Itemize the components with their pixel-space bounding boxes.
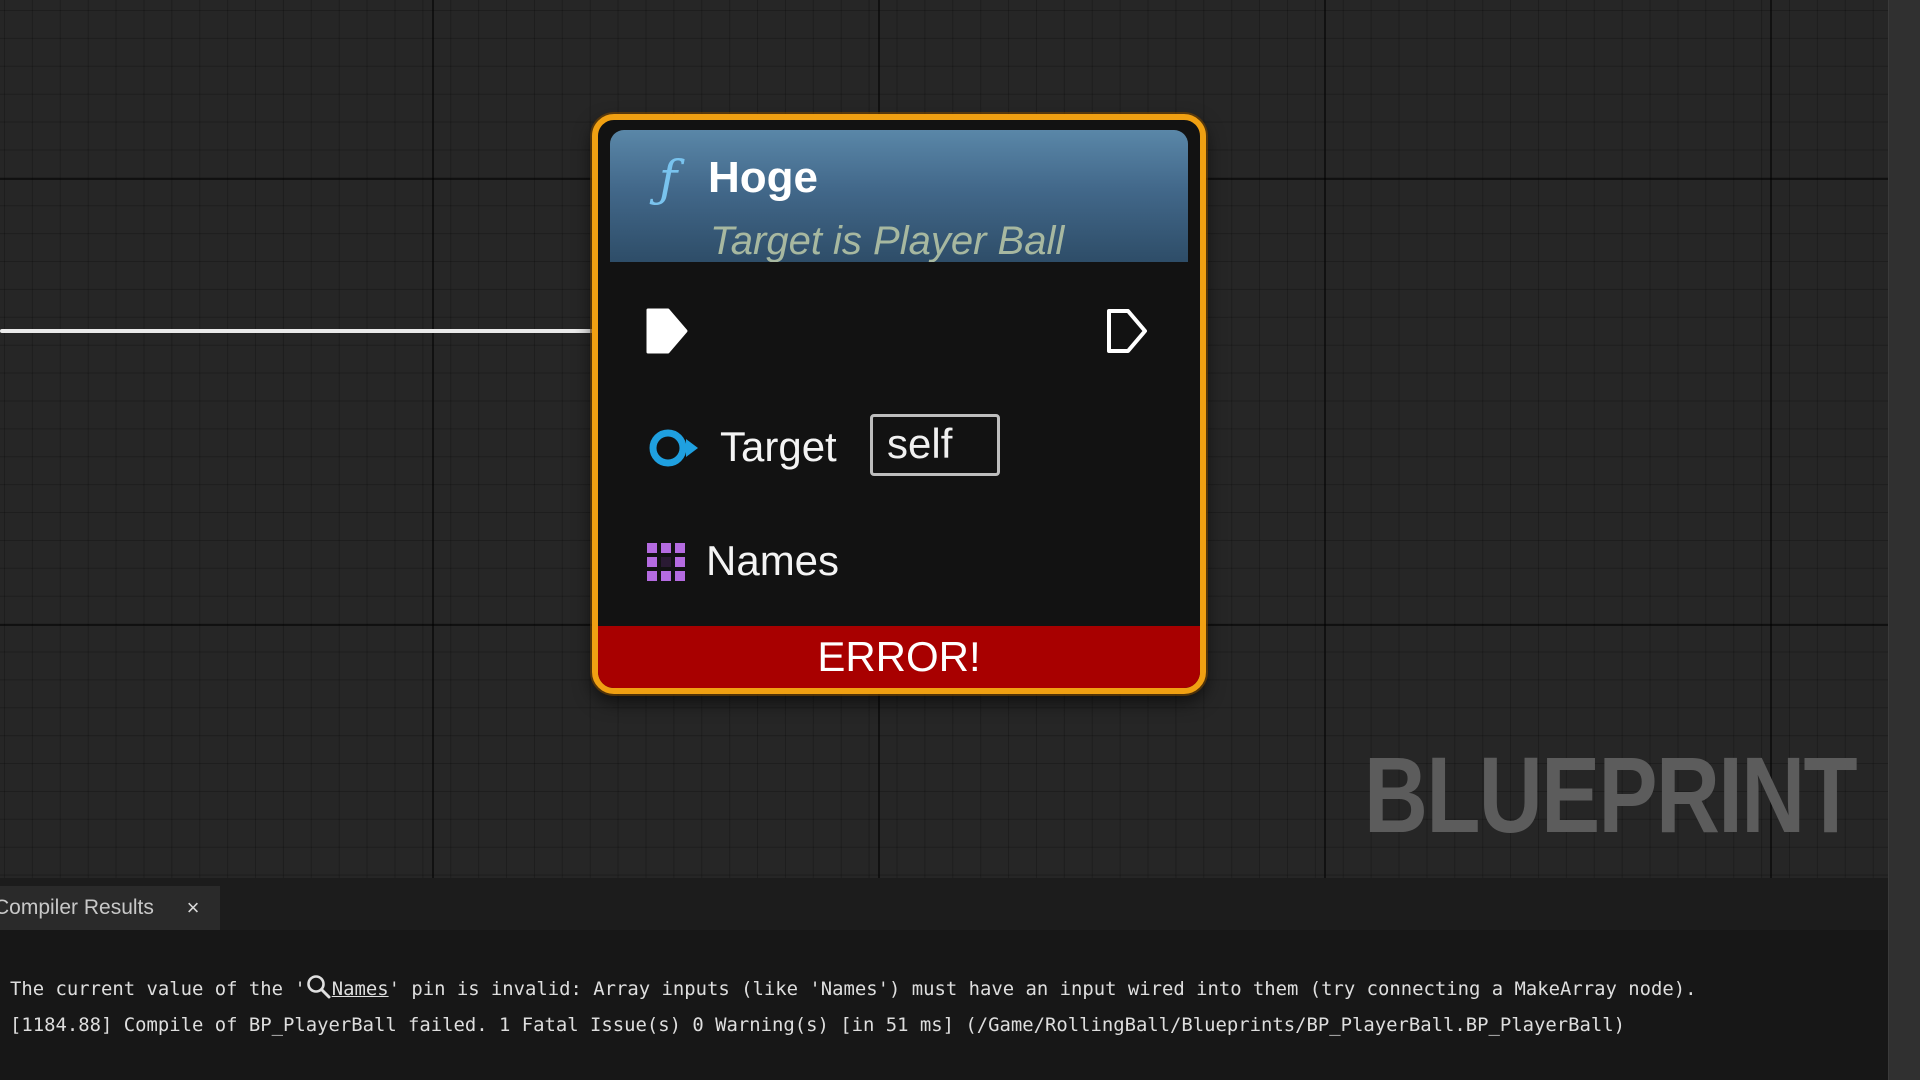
exec-wire[interactable] — [0, 329, 600, 333]
function-node-hoge[interactable]: ƒ Hoge Target is Player Ball Target self — [592, 114, 1206, 694]
blueprint-graph-canvas[interactable]: ƒ Hoge Target is Player Ball Target self — [0, 0, 1888, 878]
right-edge-scrollbar[interactable] — [1888, 0, 1920, 1080]
exec-pin-in-icon[interactable] — [644, 304, 690, 358]
node-title: Hoge — [708, 153, 818, 202]
target-pin-label: Target — [720, 423, 837, 470]
blueprint-watermark: BLUEPRINT — [1364, 734, 1858, 855]
pin-reference-link[interactable]: Names — [332, 978, 389, 1000]
message-suffix: ' pin is invalid: Array inputs (like 'Na… — [388, 978, 1697, 1000]
message-prefix: The current value of the ' — [10, 978, 306, 1000]
node-error-banner: ERROR! — [598, 626, 1200, 688]
names-pin-label: Names — [706, 537, 840, 584]
object-pin-icon[interactable] — [646, 426, 702, 470]
compiler-results-log: The current value of the ' Names' pin is … — [0, 930, 1888, 1080]
tab-label: Compiler Results — [0, 896, 154, 919]
search-icon[interactable] — [306, 974, 332, 1000]
function-icon: ƒ — [658, 150, 678, 208]
target-default-value[interactable]: self — [870, 414, 1000, 476]
array-grid-pin-icon[interactable] — [646, 542, 686, 582]
exec-pin-out-icon[interactable] — [1104, 304, 1150, 358]
node-body: Target self Names — [610, 262, 1188, 626]
node-subtitle: Target is Player Ball — [710, 219, 1065, 263]
log-message-summary: [1184.88] Compile of BP_PlayerBall faile… — [10, 1014, 1625, 1036]
compiler-results-tabbar: Compiler Results × — [0, 878, 1888, 930]
close-icon[interactable]: × — [180, 886, 206, 930]
log-message-error: The current value of the ' Names' pin is … — [10, 974, 1697, 1002]
tab-compiler-results[interactable]: Compiler Results × — [0, 886, 220, 930]
node-header[interactable]: ƒ Hoge Target is Player Ball — [610, 130, 1188, 263]
